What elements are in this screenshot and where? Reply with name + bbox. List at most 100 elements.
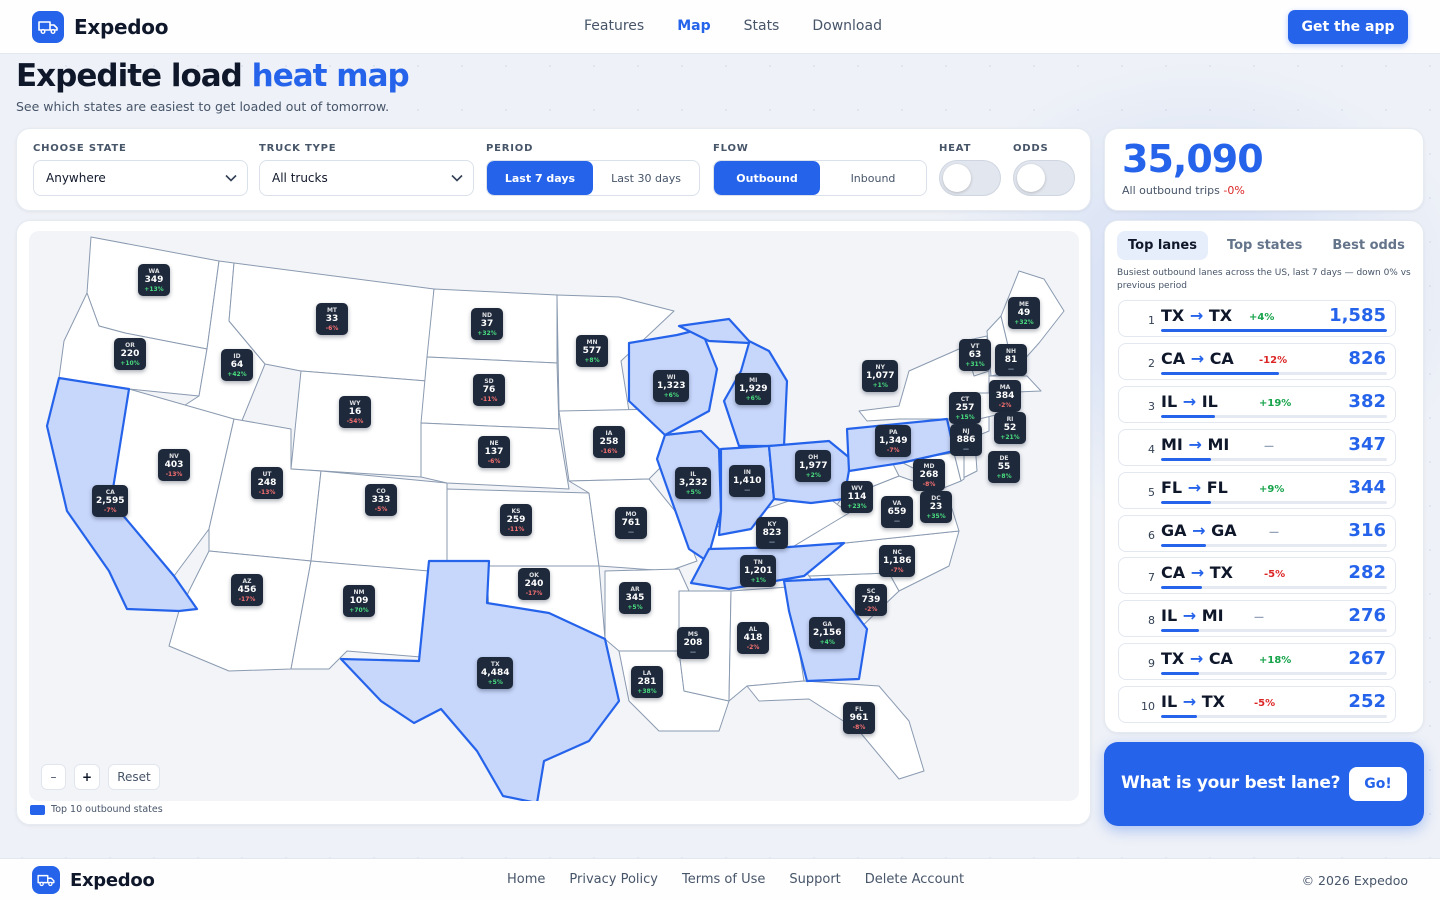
truck-select[interactable]: All trucks <box>259 160 474 196</box>
flow-option-inbound[interactable]: Inbound <box>820 161 926 195</box>
state-badge-sd[interactable]: SD 76 -11% <box>473 374 505 406</box>
state-badge-mo[interactable]: MO 761— <box>615 507 647 539</box>
state-badge-ut[interactable]: UT 248 -13% <box>251 467 283 499</box>
lane-origin: CA <box>1161 348 1186 368</box>
state-badge-wv[interactable]: WV 114 +23% <box>841 481 873 513</box>
zoom-in-button[interactable]: + <box>74 764 100 790</box>
state-badge-tx[interactable]: TX 4,484 +5% <box>477 657 514 689</box>
flow-option-outbound[interactable]: Outbound <box>714 161 820 195</box>
state-badge-va[interactable]: VA 659— <box>881 496 913 528</box>
lane-row[interactable]: 10 IL → TX -5% 252 <box>1118 686 1396 724</box>
state-badge-la[interactable]: LA 281 +38% <box>631 666 663 698</box>
lane-row[interactable]: 9 TX → CA +18% 267 <box>1118 643 1396 681</box>
footer-link-privacy[interactable]: Privacy Policy <box>569 872 658 887</box>
get-app-button[interactable]: Get the app <box>1288 10 1408 44</box>
tab-best-odds[interactable]: Best odds <box>1321 231 1415 260</box>
state-badge-nh[interactable]: NH 81— <box>995 344 1027 376</box>
lane-rank: 2 <box>1148 356 1155 370</box>
state-badge-ok[interactable]: OK 240 -17% <box>518 568 550 600</box>
state-badge-ky[interactable]: KY 823— <box>756 517 788 549</box>
footer-link-terms[interactable]: Terms of Use <box>682 872 765 887</box>
state-badge-md[interactable]: MD 268 -8% <box>913 459 945 491</box>
period-option-7-days[interactable]: Last 7 days <box>487 161 593 195</box>
state-badge-mt[interactable]: MT 33 -6% <box>316 303 348 335</box>
lane-row[interactable]: 1 TX → TX +4% 1,585 <box>1118 300 1396 337</box>
state-badge-ga[interactable]: GA 2,156 +4% <box>809 617 846 649</box>
state-badge-ia[interactable]: IA 258 -16% <box>593 426 625 458</box>
state-badge-ms[interactable]: MS 208— <box>677 627 709 659</box>
state-badge-ct[interactable]: CT 257 +15% <box>949 392 981 424</box>
state-badge-id[interactable]: ID 64 +42% <box>221 349 253 381</box>
state-badge-ne[interactable]: NE 137 -6% <box>478 436 510 468</box>
state-badge-ca[interactable]: CA 2,595 -7% <box>92 485 129 517</box>
heat-toggle[interactable] <box>939 160 1001 196</box>
state-badge-nd[interactable]: ND 37 +32% <box>471 308 503 340</box>
state-change: — <box>690 649 696 656</box>
lane-row[interactable]: 4 MI → MI — 347 <box>1118 428 1396 466</box>
state-badge-az[interactable]: AZ 456 -17% <box>231 574 263 606</box>
state-change: +4% <box>819 639 835 646</box>
state-badge-wa[interactable]: WA 349 +13% <box>138 264 170 296</box>
state-badge-wi[interactable]: WI 1,323 +6% <box>653 370 690 402</box>
state-badge-or[interactable]: OR 220 +10% <box>114 338 146 370</box>
lane-row[interactable]: 2 CA → CA -12% 826 <box>1118 342 1396 380</box>
brand-logo[interactable]: Expedoo <box>32 11 168 43</box>
state-badge-pa[interactable]: PA 1,349 -7% <box>875 425 912 457</box>
us-map[interactable]: WA 349 +13% OR 220 +10% CA 2,595 -7% NV 403 -13% ID 6… <box>29 231 1079 801</box>
state-badge-nc[interactable]: NC 1,186 -7% <box>879 545 916 577</box>
nav-link-map[interactable]: Map <box>677 18 710 34</box>
state-badge-ma[interactable]: MA 384 -2% <box>989 380 1021 412</box>
lane-destination: TX <box>1201 692 1225 712</box>
zoom-out-button[interactable]: – <box>41 764 66 790</box>
state-badge-wy[interactable]: WY 16 -54% <box>339 396 371 428</box>
state-badge-de[interactable]: DE 55 +8% <box>988 451 1020 483</box>
state-badge-dc[interactable]: DC 23 +35% <box>920 491 952 523</box>
lane-row[interactable]: 6 GA → GA — 316 <box>1118 514 1396 552</box>
nav-link-download[interactable]: Download <box>812 18 882 34</box>
state-badge-ks[interactable]: KS 259 -11% <box>500 504 532 536</box>
state-badge-ar[interactable]: AR 345 +5% <box>619 582 651 614</box>
state-badge-sc[interactable]: SC 739 -2% <box>855 584 887 616</box>
state-badge-oh[interactable]: OH 1,977 +2% <box>795 450 832 482</box>
footer-link-support[interactable]: Support <box>789 872 840 887</box>
lane-change: — <box>1254 612 1264 624</box>
lane-row[interactable]: 5 FL → FL +9% 344 <box>1118 471 1396 509</box>
truck-select-value: All trucks <box>272 171 328 185</box>
state-badge-nj[interactable]: NJ 886— <box>950 424 982 456</box>
state-badge-vt[interactable]: VT 63 +31% <box>959 339 991 371</box>
state-badge-ri[interactable]: RI 52 +21% <box>994 412 1026 444</box>
lane-row[interactable]: 8 IL → MI — 276 <box>1118 600 1396 638</box>
tab-top-lanes[interactable]: Top lanes <box>1117 231 1208 260</box>
footer-link-home[interactable]: Home <box>507 872 545 887</box>
footer-link-delete-account[interactable]: Delete Account <box>865 872 964 887</box>
state-badge-in[interactable]: IN 1,410— <box>729 465 766 497</box>
odds-toggle[interactable] <box>1013 160 1075 196</box>
reset-map-button[interactable]: Reset <box>108 764 160 790</box>
state-badge-fl[interactable]: FL 961 -8% <box>843 702 875 734</box>
state-change: +42% <box>227 371 247 378</box>
state-select[interactable]: Anywhere <box>33 160 248 196</box>
state-badge-ny[interactable]: NY 1,077 +1% <box>862 360 899 392</box>
lane-route: FL → FL <box>1161 478 1228 497</box>
lane-row[interactable]: 7 CA → TX -5% 282 <box>1118 557 1396 595</box>
footer-logo[interactable]: Expedoo <box>32 866 155 894</box>
state-badge-mi[interactable]: MI 1,929 +6% <box>735 373 772 405</box>
state-badge-co[interactable]: CO 333 -5% <box>365 484 397 516</box>
lane-share-fill <box>1161 457 1211 461</box>
nav-link-features[interactable]: Features <box>584 18 644 34</box>
state-badge-tn[interactable]: TN 1,201 +1% <box>740 555 777 587</box>
state-badge-me[interactable]: ME 49 +32% <box>1008 297 1040 329</box>
lane-rank: 5 <box>1148 485 1155 499</box>
state-badge-nv[interactable]: NV 403 -13% <box>158 449 190 481</box>
nav-link-stats[interactable]: Stats <box>744 18 780 34</box>
state-badge-al[interactable]: AL 418 -2% <box>737 622 769 654</box>
lane-row[interactable]: 3 IL → IL +19% 382 <box>1118 385 1396 423</box>
lane-share-bar <box>1161 543 1387 547</box>
tab-top-states[interactable]: Top states <box>1216 231 1313 260</box>
state-change: +5% <box>627 604 643 611</box>
go-button[interactable]: Go! <box>1349 767 1407 801</box>
period-option-30-days[interactable]: Last 30 days <box>593 161 699 195</box>
state-badge-mn[interactable]: MN 577 +8% <box>576 335 608 367</box>
state-badge-il[interactable]: IL 3,232 +5% <box>675 467 712 499</box>
state-badge-nm[interactable]: NM 109 +70% <box>343 585 375 617</box>
